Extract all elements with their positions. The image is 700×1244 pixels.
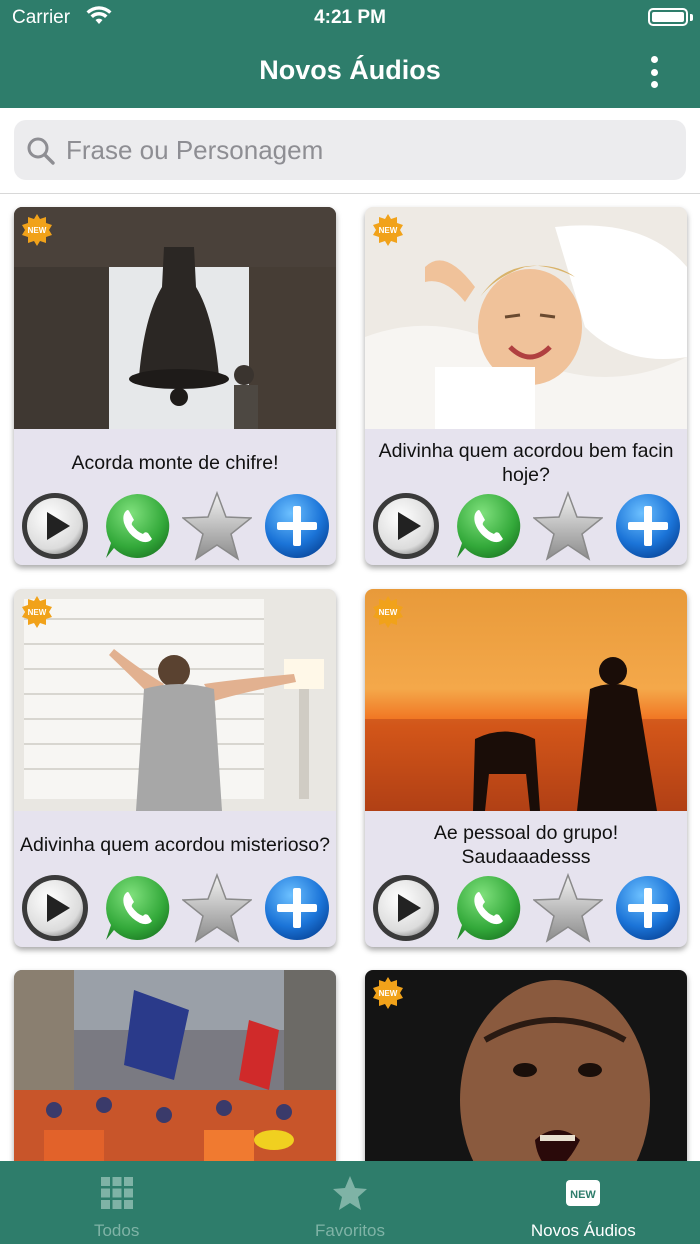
plus-icon bbox=[265, 876, 329, 940]
status-time: 4:21 PM bbox=[314, 7, 386, 28]
new-badge-icon: NEW bbox=[373, 596, 403, 628]
grid-icon bbox=[100, 1177, 133, 1209]
whatsapp-icon bbox=[457, 875, 521, 940]
battery-icon bbox=[648, 8, 688, 26]
tab-label: Novos Áudios bbox=[530, 1221, 636, 1240]
new-badge-icon: NEW bbox=[373, 214, 403, 246]
star-icon bbox=[332, 1176, 367, 1210]
svg-text:NEW: NEW bbox=[379, 989, 398, 998]
plus-icon bbox=[616, 494, 680, 558]
more-options-icon[interactable] bbox=[646, 56, 662, 88]
tab-label: Favoritos bbox=[315, 1221, 385, 1240]
search-area bbox=[0, 108, 700, 194]
search-input[interactable] bbox=[66, 128, 666, 172]
svg-text:NEW: NEW bbox=[28, 226, 47, 235]
play-icon bbox=[22, 875, 88, 941]
star-icon bbox=[180, 490, 254, 561]
whatsapp-share-button[interactable] bbox=[102, 873, 172, 943]
whatsapp-icon bbox=[106, 875, 170, 940]
tab-bar: Todos Favoritos NEW Novos Áudios bbox=[0, 1161, 700, 1244]
star-icon bbox=[180, 872, 254, 943]
card-image bbox=[365, 970, 687, 1170]
add-button[interactable] bbox=[613, 873, 683, 943]
play-icon bbox=[373, 493, 439, 559]
star-icon bbox=[531, 872, 605, 943]
star-icon bbox=[531, 490, 605, 561]
favorite-button[interactable] bbox=[531, 490, 605, 561]
card-actions bbox=[369, 872, 685, 943]
whatsapp-share-button[interactable] bbox=[102, 491, 172, 561]
whatsapp-icon bbox=[457, 493, 521, 558]
svg-text:NEW: NEW bbox=[28, 608, 47, 617]
whatsapp-icon bbox=[106, 493, 170, 558]
card-image bbox=[365, 589, 687, 811]
play-button[interactable] bbox=[371, 873, 441, 943]
favorite-button[interactable] bbox=[180, 872, 254, 943]
audio-card[interactable]: NEW Adivinha quem acordou misterioso? bbox=[14, 589, 336, 947]
play-button[interactable] bbox=[20, 491, 90, 561]
search-icon bbox=[27, 137, 55, 165]
tab-todos[interactable]: Todos bbox=[0, 1161, 233, 1244]
favorite-button[interactable] bbox=[180, 490, 254, 561]
svg-text:NEW: NEW bbox=[379, 608, 398, 617]
card-actions bbox=[18, 490, 334, 561]
audio-card[interactable] bbox=[14, 970, 336, 1170]
new-badge-icon: NEW bbox=[373, 977, 403, 1009]
plus-icon bbox=[616, 876, 680, 940]
add-button[interactable] bbox=[613, 491, 683, 561]
card-caption: Adivinha quem acordou bem facin hoje? bbox=[378, 440, 674, 486]
page-title: Novos Áudios bbox=[259, 55, 441, 85]
tab-novos-audios[interactable]: NEW Novos Áudios bbox=[467, 1161, 700, 1244]
add-button[interactable] bbox=[262, 873, 332, 943]
tab-favoritos[interactable]: Favoritos bbox=[233, 1161, 466, 1244]
card-actions bbox=[369, 490, 685, 561]
whatsapp-share-button[interactable] bbox=[453, 491, 523, 561]
add-button[interactable] bbox=[262, 491, 332, 561]
favorite-button[interactable] bbox=[531, 872, 605, 943]
play-icon bbox=[22, 493, 88, 559]
audio-card[interactable]: NEW bbox=[365, 970, 687, 1170]
audio-card[interactable]: NEW Acorda monte de chifre! bbox=[14, 207, 336, 565]
play-button[interactable] bbox=[20, 873, 90, 943]
card-image bbox=[14, 589, 336, 811]
new-badge-icon: NEW bbox=[22, 214, 52, 246]
card-image bbox=[14, 970, 336, 1170]
card-caption: Acorda monte de chifre! bbox=[71, 452, 279, 474]
card-image bbox=[365, 207, 687, 429]
audio-card[interactable]: NEW Adivinha quem acordou bem facin hoje… bbox=[365, 207, 687, 565]
card-actions bbox=[18, 872, 334, 943]
search-bar[interactable] bbox=[14, 120, 686, 180]
status-bar: Carrier 4:21 PM bbox=[0, 0, 700, 36]
whatsapp-share-button[interactable] bbox=[453, 873, 523, 943]
card-caption: Ae pessoal do grupo! Saudaaadesss bbox=[433, 822, 619, 868]
svg-text:NEW: NEW bbox=[379, 226, 398, 235]
play-icon bbox=[373, 875, 439, 941]
plus-icon bbox=[265, 494, 329, 558]
new-icon: NEW bbox=[566, 1180, 601, 1206]
new-badge-icon: NEW bbox=[22, 596, 52, 628]
play-button[interactable] bbox=[371, 491, 441, 561]
navigation-bar: Carrier 4:21 PM Novos Áudios bbox=[0, 0, 700, 108]
svg-text:NEW: NEW bbox=[570, 1189, 596, 1201]
audio-card[interactable]: NEW Ae pessoal do grupo! Saudaaadesss bbox=[365, 589, 687, 947]
card-caption: Adivinha quem acordou misterioso? bbox=[20, 834, 331, 856]
tab-label: Todos bbox=[93, 1221, 140, 1240]
card-image bbox=[14, 207, 336, 429]
battery-tip bbox=[690, 14, 693, 21]
